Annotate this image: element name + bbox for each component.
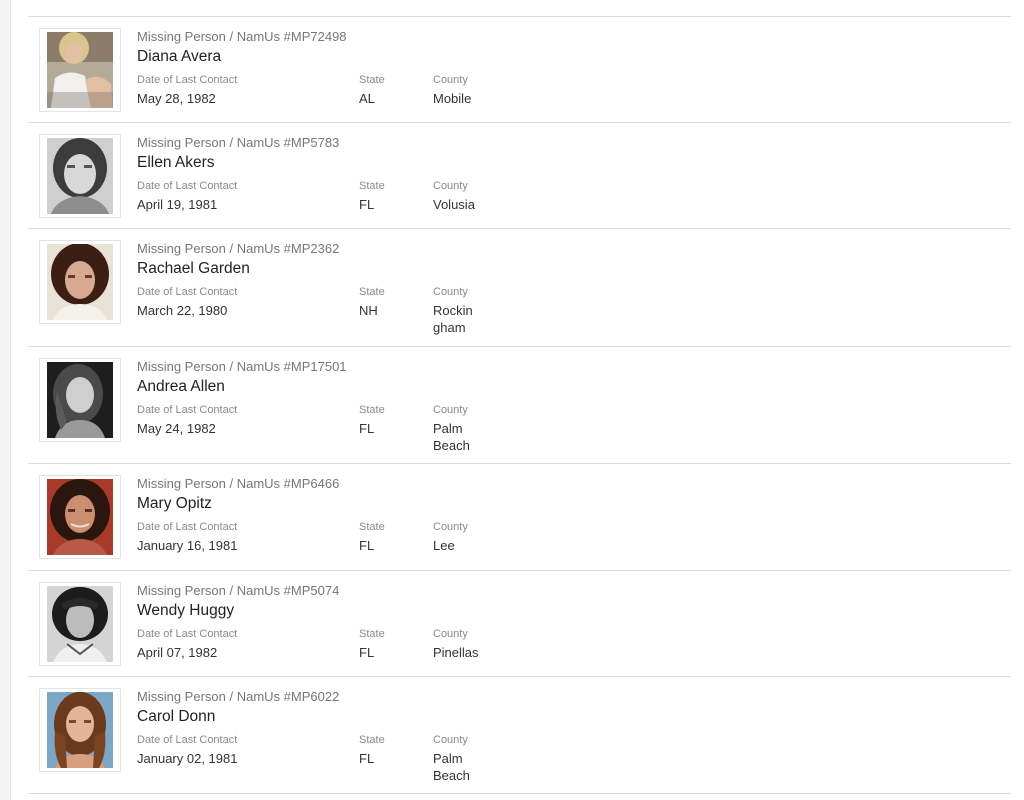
- date-label: Date of Last Contact: [137, 74, 238, 86]
- person-name-link[interactable]: Mary Opitz: [137, 495, 212, 513]
- state-value: FL: [359, 538, 375, 553]
- case-type-label: Missing Person / NamUs #MP72498: [137, 29, 347, 44]
- date-value: March 22, 1980: [137, 303, 228, 318]
- results-list: Missing Person / NamUs #MP72498 Diana Av…: [28, 16, 1011, 794]
- county-label: County: [433, 286, 468, 298]
- photo-2-image: [47, 138, 113, 214]
- county-label: County: [433, 404, 468, 416]
- state-value: NH: [359, 303, 378, 318]
- result-row[interactable]: Missing Person / NamUs #MP6022 Carol Don…: [28, 677, 1011, 794]
- county-value: Palm Beach: [433, 750, 470, 784]
- left-gutter: [0, 0, 11, 800]
- county-value-line: gham: [433, 320, 466, 335]
- result-row[interactable]: Missing Person / NamUs #MP17501 Andrea A…: [28, 347, 1011, 464]
- date-label: Date of Last Contact: [137, 180, 238, 192]
- date-label: Date of Last Contact: [137, 404, 238, 416]
- county-value: Lee: [433, 538, 455, 553]
- state-value: AL: [359, 91, 375, 106]
- county-value: Rockin gham: [433, 302, 473, 336]
- date-value: May 28, 1982: [137, 91, 216, 106]
- state-label: State: [359, 286, 385, 298]
- person-name-link[interactable]: Wendy Huggy: [137, 602, 234, 620]
- date-value: April 19, 1981: [137, 197, 218, 212]
- county-value-line: Beach: [433, 438, 470, 453]
- date-value: April 07, 1982: [137, 645, 218, 660]
- case-type-label: Missing Person / NamUs #MP6466: [137, 476, 340, 491]
- state-label: State: [359, 628, 385, 640]
- person-name-link[interactable]: Diana Avera: [137, 48, 221, 66]
- person-photo[interactable]: [39, 358, 121, 442]
- person-photo[interactable]: [39, 134, 121, 218]
- state-label: State: [359, 74, 385, 86]
- county-value: Pinellas: [433, 645, 479, 660]
- state-label: State: [359, 734, 385, 746]
- date-label: Date of Last Contact: [137, 521, 238, 533]
- person-photo[interactable]: [39, 475, 121, 559]
- person-name-link[interactable]: Andrea Allen: [137, 378, 225, 396]
- county-value: Volusia: [433, 197, 475, 212]
- person-photo[interactable]: [39, 240, 121, 324]
- county-label: County: [433, 734, 468, 746]
- state-label: State: [359, 180, 385, 192]
- county-value-line: Rockin: [433, 303, 473, 318]
- photo-7-image: [47, 692, 113, 768]
- case-type-label: Missing Person / NamUs #MP5074: [137, 583, 340, 598]
- county-value-line: Palm: [433, 751, 463, 766]
- state-value: FL: [359, 751, 375, 766]
- county-value-line: Palm: [433, 421, 463, 436]
- person-name-link[interactable]: Carol Donn: [137, 708, 215, 726]
- date-label: Date of Last Contact: [137, 628, 238, 640]
- result-row[interactable]: Missing Person / NamUs #MP5783 Ellen Ake…: [28, 123, 1011, 229]
- county-value-line: Beach: [433, 768, 470, 783]
- photo-4-image: [47, 362, 113, 438]
- person-photo[interactable]: [39, 28, 121, 112]
- case-type-label: Missing Person / NamUs #MP2362: [137, 241, 340, 256]
- date-label: Date of Last Contact: [137, 734, 238, 746]
- county-value: Palm Beach: [433, 420, 470, 454]
- county-value: Mobile: [433, 91, 472, 106]
- case-type-label: Missing Person / NamUs #MP6022: [137, 689, 340, 704]
- person-photo[interactable]: [39, 582, 121, 666]
- person-name-link[interactable]: Ellen Akers: [137, 154, 215, 172]
- state-label: State: [359, 521, 385, 533]
- county-label: County: [433, 74, 468, 86]
- result-row[interactable]: Missing Person / NamUs #MP6466 Mary Opit…: [28, 464, 1011, 571]
- county-label: County: [433, 521, 468, 533]
- county-label: County: [433, 628, 468, 640]
- result-row[interactable]: Missing Person / NamUs #MP72498 Diana Av…: [28, 17, 1011, 123]
- photo-5-image: [47, 479, 113, 555]
- result-row[interactable]: Missing Person / NamUs #MP2362 Rachael G…: [28, 229, 1011, 347]
- person-name-link[interactable]: Rachael Garden: [137, 260, 250, 278]
- person-photo[interactable]: [39, 688, 121, 772]
- photo-3-image: [47, 244, 113, 320]
- county-label: County: [433, 180, 468, 192]
- photo-6-image: [47, 586, 113, 662]
- date-label: Date of Last Contact: [137, 286, 238, 298]
- case-type-label: Missing Person / NamUs #MP5783: [137, 135, 340, 150]
- results-page: Missing Person / NamUs #MP72498 Diana Av…: [0, 0, 1024, 800]
- state-label: State: [359, 404, 385, 416]
- state-value: FL: [359, 645, 375, 660]
- case-type-label: Missing Person / NamUs #MP17501: [137, 359, 347, 374]
- state-value: FL: [359, 197, 375, 212]
- state-value: FL: [359, 421, 375, 436]
- date-value: May 24, 1982: [137, 421, 216, 436]
- date-value: January 02, 1981: [137, 751, 238, 766]
- photo-1-image: [47, 32, 113, 108]
- date-value: January 16, 1981: [137, 538, 238, 553]
- result-row[interactable]: Missing Person / NamUs #MP5074 Wendy Hug…: [28, 571, 1011, 677]
